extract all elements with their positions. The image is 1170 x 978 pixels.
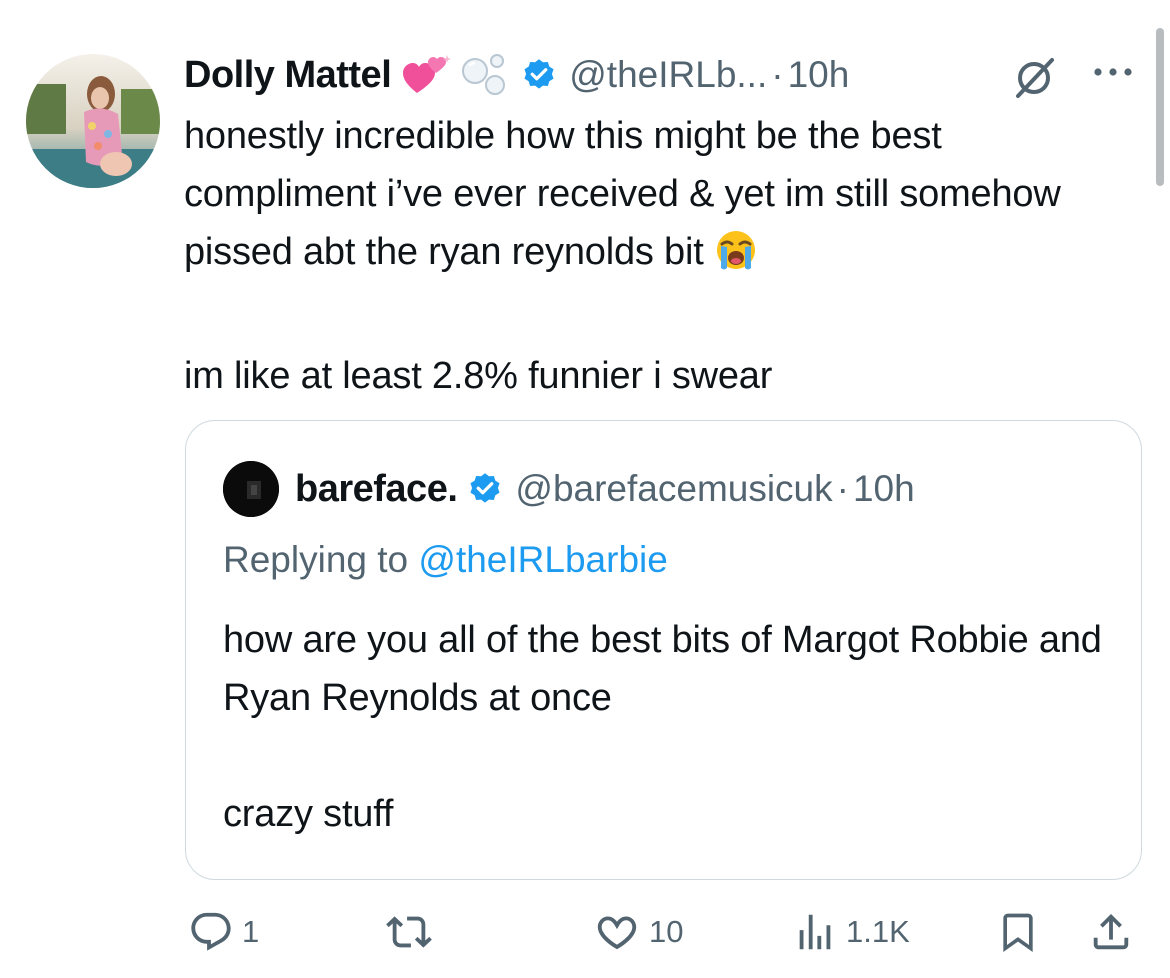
quoted-tweet-card[interactable]: bareface. @barefacemusicuk · 10h Replyin… (185, 420, 1142, 880)
reply-icon (191, 912, 231, 951)
tweet-action-bar: 1 10 1.1K (0, 900, 1170, 964)
share-button[interactable] (1088, 900, 1134, 964)
quoted-timestamp[interactable]: 10h (853, 468, 915, 510)
tweet-text-line2: im like at least 2.8% funnier i swear (184, 355, 773, 397)
quoted-verified-badge-icon (467, 471, 503, 507)
heart-icon (597, 916, 637, 950)
bookmark-button[interactable] (996, 900, 1040, 964)
views-button[interactable]: 1.1K (792, 900, 910, 964)
replying-to-label: Replying to (223, 539, 409, 580)
reply-count: 1 (242, 914, 260, 949)
tweet-text: honestly incredible how this might be th… (184, 107, 1124, 405)
sparkling-heart-icon (403, 53, 452, 97)
like-button[interactable]: 10 (593, 900, 683, 964)
tweet-header: Dolly Mattel @theIRLb... · 10h (184, 50, 849, 100)
loudly-crying-face-icon (714, 228, 758, 289)
replying-to-mention[interactable]: @theIRLbarbie (418, 539, 667, 580)
tweet-text-body: honestly incredible how this might be th… (184, 115, 1071, 273)
tweet-timestamp[interactable]: 10h (788, 54, 850, 96)
bubbles-icon (459, 51, 511, 99)
views-chart-icon (799, 914, 831, 950)
views-count: 1.1K (846, 914, 910, 949)
retweet-button[interactable] (384, 900, 442, 964)
author-display-name[interactable]: Dolly Mattel (184, 54, 392, 97)
retweet-icon (386, 916, 432, 948)
author-avatar[interactable] (26, 54, 160, 188)
quoted-display-name[interactable]: bareface. (295, 468, 458, 511)
author-handle[interactable]: @theIRLb... (569, 54, 767, 96)
separator-dot: · (771, 54, 784, 95)
replying-to-line: Replying to @theIRLbarbie (223, 539, 668, 581)
bookmark-icon (1003, 913, 1033, 953)
quoted-author-avatar[interactable] (223, 461, 279, 517)
grok-icon[interactable] (1012, 56, 1056, 105)
share-icon (1093, 913, 1129, 950)
quoted-separator-dot: · (836, 468, 849, 509)
verified-badge-icon (521, 57, 557, 93)
scrollbar[interactable] (1156, 28, 1164, 186)
quoted-tweet-header: bareface. @barefacemusicuk · 10h (223, 461, 915, 517)
more-options-icon[interactable] (1091, 62, 1137, 87)
quoted-tweet-text: how are you all of the best bits of Marg… (223, 619, 1102, 835)
like-count: 10 (649, 914, 684, 949)
reply-button[interactable]: 1 (188, 900, 259, 964)
quoted-handle[interactable]: @barefacemusicuk (515, 468, 832, 510)
